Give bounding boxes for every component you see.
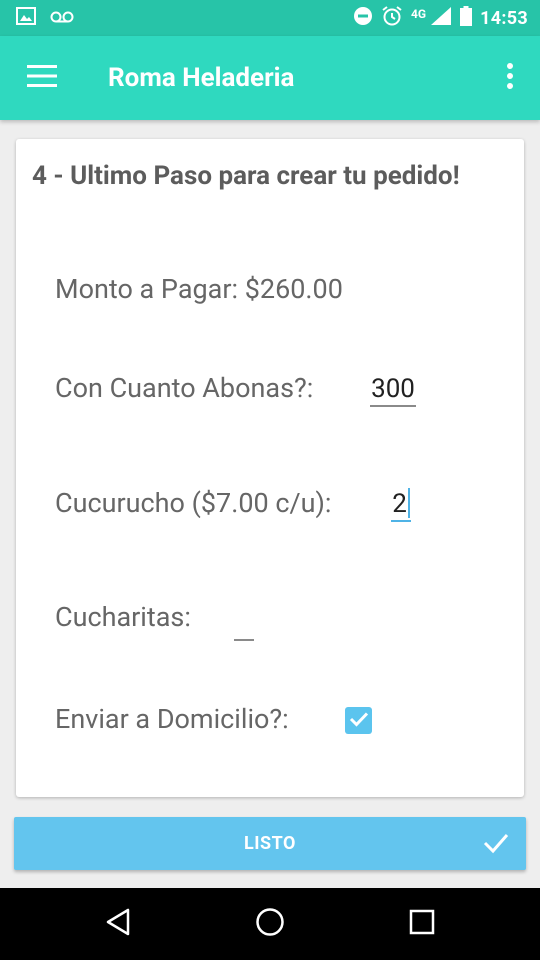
form-title: 4 - Ultimo Paso para crear tu pedido! [32, 161, 460, 191]
back-button[interactable] [88, 894, 148, 954]
back-icon [105, 908, 131, 940]
checkmark-icon [349, 711, 369, 731]
voicemail-icon [50, 9, 74, 28]
pay-with-label: Con Cuanto Abonas?: [55, 372, 314, 404]
home-icon [255, 907, 285, 941]
alarm-icon [381, 5, 403, 31]
cone-quantity-input[interactable]: 2 [391, 488, 411, 522]
spoons-label: Cucharitas: [55, 601, 191, 633]
do-not-disturb-icon [353, 6, 373, 30]
navigation-bar [0, 888, 540, 960]
app-title: Roma Heladeria [108, 63, 295, 93]
recents-icon [409, 909, 435, 939]
more-vertical-icon [506, 63, 514, 93]
order-form-card: 4 - Ultimo Paso para crear tu pedido! Mo… [16, 139, 524, 797]
text-caret [407, 488, 410, 519]
listo-button[interactable]: LISTO [14, 817, 526, 870]
overflow-menu-button[interactable] [480, 36, 540, 120]
network-type: 4G [411, 7, 427, 21]
listo-button-label: LISTO [244, 833, 296, 854]
cone-label: Cucurucho ($7.00 c/u): [55, 487, 332, 519]
battery-icon [460, 6, 473, 30]
status-bar: 4G 14:53 [0, 0, 540, 36]
menu-button[interactable] [0, 36, 84, 120]
signal-icon [430, 6, 452, 30]
pay-with-input[interactable]: 300 [370, 373, 416, 407]
home-button[interactable] [240, 894, 300, 954]
recents-button[interactable] [392, 894, 452, 954]
image-icon [16, 7, 36, 29]
amount-label: Monto a Pagar: $260.00 [55, 273, 343, 305]
spoons-quantity-input[interactable] [234, 607, 254, 641]
app-bar: Roma Heladeria [0, 36, 540, 120]
delivery-checkbox[interactable] [345, 707, 372, 734]
cone-quantity-value: 2 [392, 489, 407, 519]
check-icon [482, 829, 510, 861]
delivery-label: Enviar a Domicilio?: [55, 703, 289, 735]
clock: 14:53 [480, 7, 528, 29]
hamburger-menu-icon [27, 65, 57, 91]
pay-with-value: 300 [371, 374, 415, 404]
